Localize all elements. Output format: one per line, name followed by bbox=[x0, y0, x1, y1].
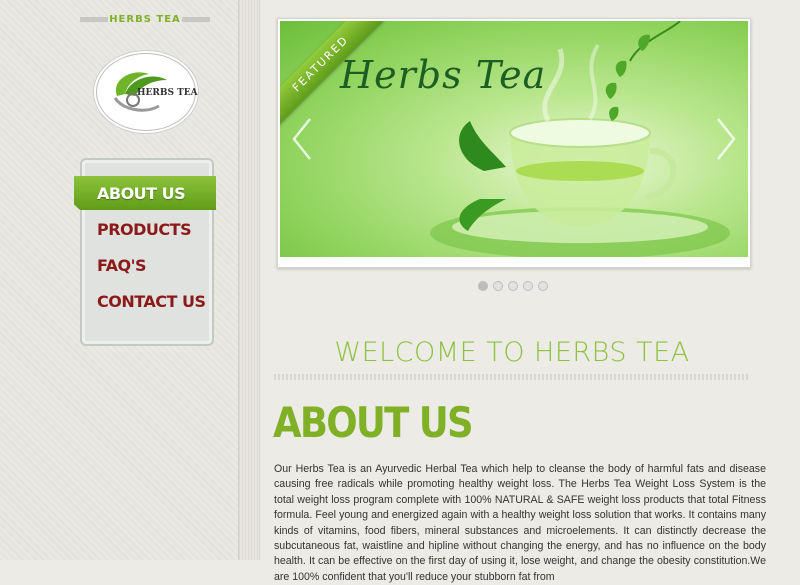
site-logo[interactable]: HERBS TEA bbox=[96, 53, 198, 131]
slide-title: Herbs Tea bbox=[340, 53, 547, 97]
chevron-left-icon bbox=[292, 118, 311, 160]
brand-name: HERBS TEA bbox=[109, 14, 181, 25]
featured-slider: FEATURED Herbs Tea bbox=[277, 18, 751, 268]
slider-next-arrow[interactable] bbox=[714, 117, 738, 161]
slider-pagination bbox=[478, 281, 553, 291]
brand-bar-right bbox=[182, 17, 210, 22]
slide-image: FEATURED Herbs Tea bbox=[280, 21, 748, 257]
nav-item-contact-us[interactable]: CONTACT US bbox=[97, 287, 206, 317]
chevron-right-icon bbox=[717, 118, 736, 160]
slider-dot-2[interactable] bbox=[493, 281, 503, 291]
welcome-heading: WELCOME TO HERBS TEA bbox=[334, 337, 690, 368]
brand-header: HERBS TEA bbox=[80, 12, 210, 28]
nav-item-faqs[interactable]: FAQ'S bbox=[97, 251, 147, 281]
about-heading: ABOUT US bbox=[273, 398, 474, 447]
logo-text: HERBS TEA bbox=[137, 88, 198, 98]
about-body-text: Our Herbs Tea is an Ayurvedic Herbal Tea… bbox=[274, 463, 766, 583]
slider-dot-5[interactable] bbox=[538, 281, 548, 291]
slider-dot-4[interactable] bbox=[523, 281, 533, 291]
sidebar-divider bbox=[238, 0, 260, 560]
nav-item-products[interactable]: PRODUCTS bbox=[97, 215, 192, 245]
slider-dot-3[interactable] bbox=[508, 281, 518, 291]
section-divider bbox=[274, 374, 750, 380]
slider-prev-arrow[interactable] bbox=[290, 117, 314, 161]
nav-item-about-us[interactable]: ABOUT US bbox=[97, 179, 186, 209]
brand-bar-left bbox=[80, 17, 108, 22]
slider-dot-1[interactable] bbox=[478, 281, 488, 291]
